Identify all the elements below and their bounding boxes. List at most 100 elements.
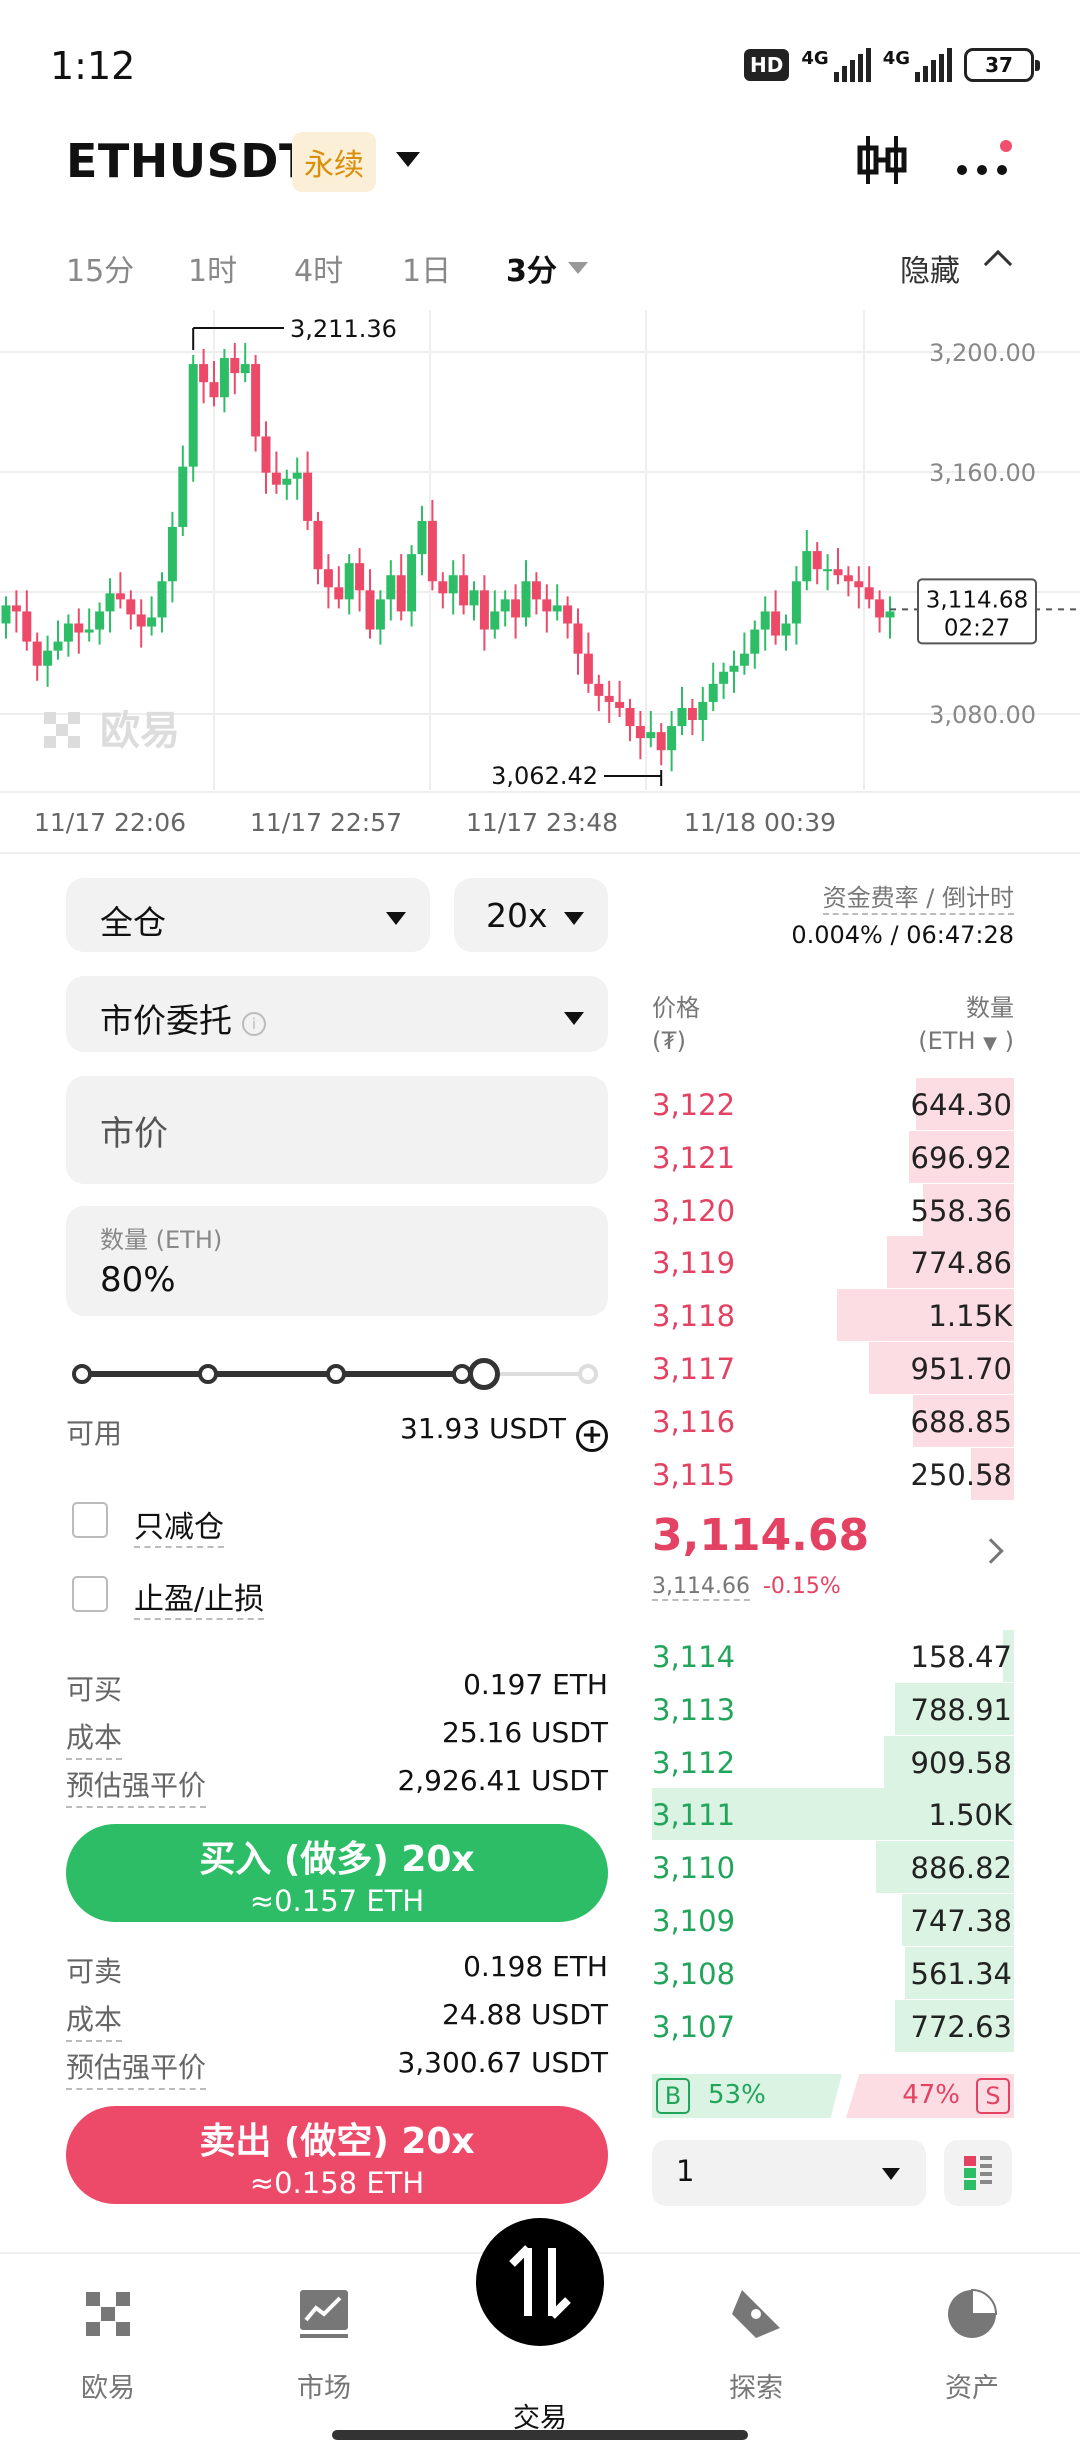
- slider-knob[interactable]: [468, 1358, 500, 1390]
- reduce-only-label[interactable]: 只减仓: [134, 1502, 224, 1548]
- quantity-slider[interactable]: [72, 1354, 598, 1394]
- buy-liq-row: 预估强平价 2,926.41 USDT: [66, 1764, 608, 1808]
- time-label: 11/17 23:48: [466, 808, 619, 837]
- available-label: 可用: [66, 1417, 123, 1450]
- order-price: 3,108: [652, 1956, 736, 1991]
- trade-fab-button[interactable]: [476, 2218, 604, 2346]
- ask-row[interactable]: 3,119 774.86: [652, 1236, 1014, 1289]
- order-qty: 158.47: [910, 1640, 1012, 1674]
- buy-liq-label: 预估强平价: [66, 1764, 207, 1808]
- candle-body: [843, 575, 853, 582]
- nav-explore[interactable]: 探索: [686, 2284, 826, 2405]
- candle-body: [750, 629, 760, 654]
- tab-1d[interactable]: 1日: [402, 246, 451, 290]
- order-qty: 772.63: [910, 2009, 1012, 2044]
- buy-long-button[interactable]: 买入 (做多) 20x ≈0.157 ETH: [66, 1824, 608, 1922]
- bid-row[interactable]: 3,108 561.34: [652, 1946, 1014, 1999]
- available-row: 可用 31.93 USDT +: [66, 1412, 608, 1452]
- orderbook-layout-button[interactable]: [944, 2140, 1012, 2206]
- nav-market[interactable]: 市场: [254, 2284, 394, 2405]
- bid-row[interactable]: 3,112 909.58: [652, 1735, 1014, 1788]
- chevron-up-icon[interactable]: [983, 249, 1013, 279]
- tab-3m[interactable]: 3分: [506, 246, 557, 290]
- tab-1h[interactable]: 1时: [188, 246, 237, 290]
- symbol-title[interactable]: ETHUSDT: [66, 134, 311, 188]
- pie-chart-icon: [948, 2288, 998, 2338]
- candlestick-chart[interactable]: 3,200.003,160.003,120.003,080.00 欧易 3,21…: [0, 310, 1080, 850]
- price-field[interactable]: 市价: [66, 1076, 608, 1184]
- funding-info[interactable]: 资金费率 / 倒计时 0.004% / 06:47:28: [791, 878, 1014, 949]
- depth-step-select[interactable]: 1: [652, 2140, 926, 2206]
- chevron-down-icon[interactable]: [568, 262, 588, 274]
- ask-row[interactable]: 3,117 951.70: [652, 1342, 1014, 1394]
- ask-row[interactable]: 3,120 558.36: [652, 1183, 1014, 1236]
- current-price-value: 3,114.68: [926, 587, 1028, 613]
- bid-row[interactable]: 3,111 1.50K: [652, 1788, 1014, 1841]
- tp-sl-label[interactable]: 止盈/止损: [134, 1574, 265, 1620]
- bid-row[interactable]: 3,114 158.47: [652, 1630, 1014, 1682]
- sell-short-button[interactable]: 卖出 (做空) 20x ≈0.158 ETH: [66, 2106, 608, 2204]
- more-icon[interactable]: [948, 130, 1018, 190]
- order-price: 3,109: [652, 1904, 736, 1938]
- order-price: 3,121: [652, 1140, 736, 1175]
- ask-row[interactable]: 3,118 1.15K: [652, 1289, 1014, 1342]
- leverage-select[interactable]: 20x: [454, 878, 608, 952]
- add-funds-icon[interactable]: +: [576, 1420, 608, 1452]
- buy-liq-value: 2,926.41 USDT: [397, 1764, 608, 1797]
- slider-track-filled: [82, 1371, 488, 1377]
- bid-row[interactable]: 3,109 747.38: [652, 1894, 1014, 1946]
- reduce-only-checkbox[interactable]: [72, 1502, 108, 1538]
- candle-body: [854, 581, 864, 588]
- price-subline: 3,114.66 -0.15%: [652, 1574, 841, 1601]
- tp-sl-checkbox[interactable]: [72, 1576, 108, 1612]
- nav-assets[interactable]: 资产: [902, 2284, 1042, 2405]
- price-unit: (₮): [652, 1027, 686, 1055]
- tab-15m[interactable]: 15分: [66, 246, 134, 290]
- hide-chart-button[interactable]: 隐藏: [900, 246, 960, 290]
- chart-canvas[interactable]: 3,200.003,160.003,120.003,080.00 欧易 3,21…: [0, 310, 1080, 810]
- ask-row[interactable]: 3,122 644.30: [652, 1078, 1014, 1130]
- layout-icon: [964, 2156, 992, 2190]
- slider-tick-0[interactable]: [72, 1364, 92, 1384]
- candle-body: [313, 520, 323, 570]
- ask-row[interactable]: 3,121 696.92: [652, 1130, 1014, 1183]
- candlestick-icon[interactable]: [852, 130, 912, 190]
- candle-body: [708, 683, 718, 702]
- chevron-down-icon[interactable]: [396, 152, 420, 167]
- candle-body: [615, 701, 625, 708]
- ask-row[interactable]: 3,115 250.58: [652, 1447, 1014, 1500]
- quantity-field[interactable]: 数量 (ETH) 80%: [66, 1206, 608, 1316]
- bid-row[interactable]: 3,113 788.91: [652, 1682, 1014, 1735]
- sell-button-sub: ≈0.158 ETH: [249, 2166, 425, 2200]
- margin-mode-select[interactable]: 全仓: [66, 878, 430, 952]
- chevron-right-icon[interactable]: [978, 1538, 1004, 1564]
- candle-body: [469, 590, 479, 606]
- info-icon[interactable]: i: [242, 1012, 266, 1036]
- candle-body: [199, 364, 209, 383]
- ask-row[interactable]: 3,116 688.85: [652, 1394, 1014, 1447]
- buy-button-sub: ≈0.157 ETH: [249, 1884, 425, 1918]
- candle-body: [282, 478, 292, 485]
- bid-row[interactable]: 3,110 886.82: [652, 1841, 1014, 1894]
- candle-body: [303, 472, 313, 521]
- candle-body: [136, 614, 146, 627]
- slider-tick-100[interactable]: [578, 1364, 598, 1384]
- candle-body: [219, 358, 229, 398]
- order-type-select[interactable]: 市价委托 i: [66, 976, 608, 1052]
- order-price: 3,112: [652, 1745, 736, 1780]
- candle-body: [531, 581, 541, 600]
- quantity-label: 数量 (ETH): [100, 1226, 223, 1254]
- order-price: 3,107: [652, 2009, 736, 2044]
- price-axis-label: 3,080.00: [929, 701, 1036, 729]
- sell-ratio-icon: S: [976, 2078, 1010, 2114]
- slider-tick-50[interactable]: [326, 1364, 346, 1384]
- slider-tick-25[interactable]: [198, 1364, 218, 1384]
- buy-cost-value: 25.16 USDT: [442, 1716, 608, 1749]
- qty-unit-select[interactable]: (ETH ▼ ): [918, 1027, 1014, 1055]
- sell-ratio-value: 47%: [902, 2080, 960, 2110]
- nav-okx[interactable]: 欧易: [38, 2284, 178, 2405]
- bid-row[interactable]: 3,107 772.63: [652, 1999, 1014, 2052]
- order-price: 3,113: [652, 1692, 736, 1727]
- buy-ratio-value: 53%: [708, 2080, 766, 2110]
- tab-4h[interactable]: 4时: [294, 246, 343, 290]
